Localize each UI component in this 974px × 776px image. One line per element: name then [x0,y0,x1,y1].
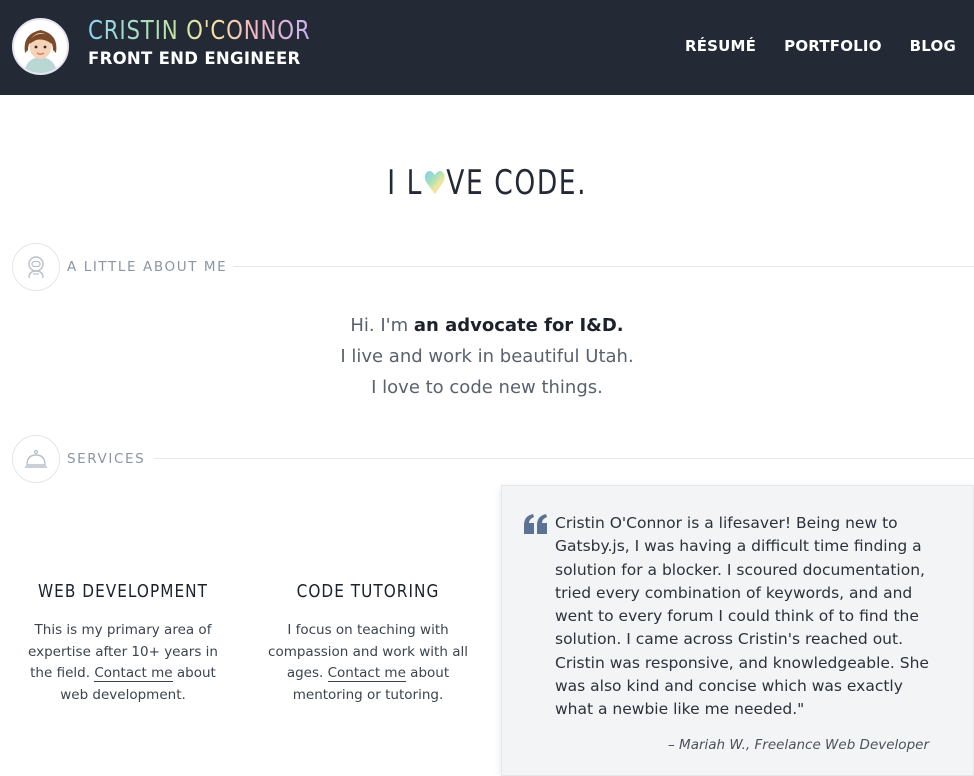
service-card-web-development: WEB DEVELOPMENT This is my primary area … [23,581,223,706]
contact-link[interactable]: Contact me [94,665,173,682]
section-divider-line [154,458,974,459]
service-title: CODE TUTORING [296,581,440,602]
section-label: SERVICES [67,451,146,467]
section-label: A LITTLE ABOUT ME [67,259,228,275]
service-title: WEB DEVELOPMENT [38,581,208,602]
about-line-1-highlight: an advocate for I&D. [413,315,624,336]
main-nav: RÉSUMÉ PORTFOLIO BLOG [685,37,956,55]
brand-name[interactable]: CRISTIN O'CONNOR [88,16,310,46]
brand-subtitle: FRONT END ENGINEER [88,49,301,68]
section-icon-badge [12,435,60,483]
about-line-3: I love to code new things. [371,377,603,398]
section-icon-badge [12,243,60,291]
about-text: Hi. I'm an advocate for I&D. I live and … [0,310,974,403]
section-divider-line [233,266,974,267]
contact-link[interactable]: Contact me [327,665,406,682]
section-services-divider: SERVICES [12,435,974,483]
nav-link-resume[interactable]: RÉSUMÉ [685,37,756,55]
quote-icon [524,514,547,534]
nav-link-blog[interactable]: BLOG [910,37,956,55]
service-description: I focus on teaching with compassion and … [268,622,468,703]
service-bell-icon [25,449,47,468]
section-about-divider: A LITTLE ABOUT ME [12,243,974,291]
hero-text: I L VE CODE. [387,163,587,203]
nav-link-portfolio[interactable]: PORTFOLIO [784,37,882,55]
about-line-1-prefix: Hi. I'm [350,315,414,336]
astronaut-icon [28,256,44,279]
service-description: This is my primary area of expertise aft… [28,622,218,703]
hero-text-prefix: I L [387,163,423,203]
hero-text-suffix: VE CODE. [446,163,587,203]
avatar-illustration-icon [14,20,67,73]
rainbow-heart-icon [424,171,445,194]
testimonial-quote: Cristin O'Connor is a lifesaver! Being n… [555,514,929,719]
hero-heading: I L VE CODE. [0,163,974,203]
about-line-2: I live and work in beautiful Utah. [340,346,634,367]
service-card-code-tutoring: CODE TUTORING I focus on teaching with c… [268,581,468,706]
site-header: CRISTIN O'CONNOR FRONT END ENGINEER RÉSU… [0,0,974,95]
about-line-1: Hi. I'm an advocate for I&D. [0,310,974,341]
avatar[interactable] [12,18,69,75]
testimonial-author: – Mariah W., Freelance Web Developer [668,737,929,753]
testimonial-card: Cristin O'Connor is a lifesaver! Being n… [501,485,974,776]
